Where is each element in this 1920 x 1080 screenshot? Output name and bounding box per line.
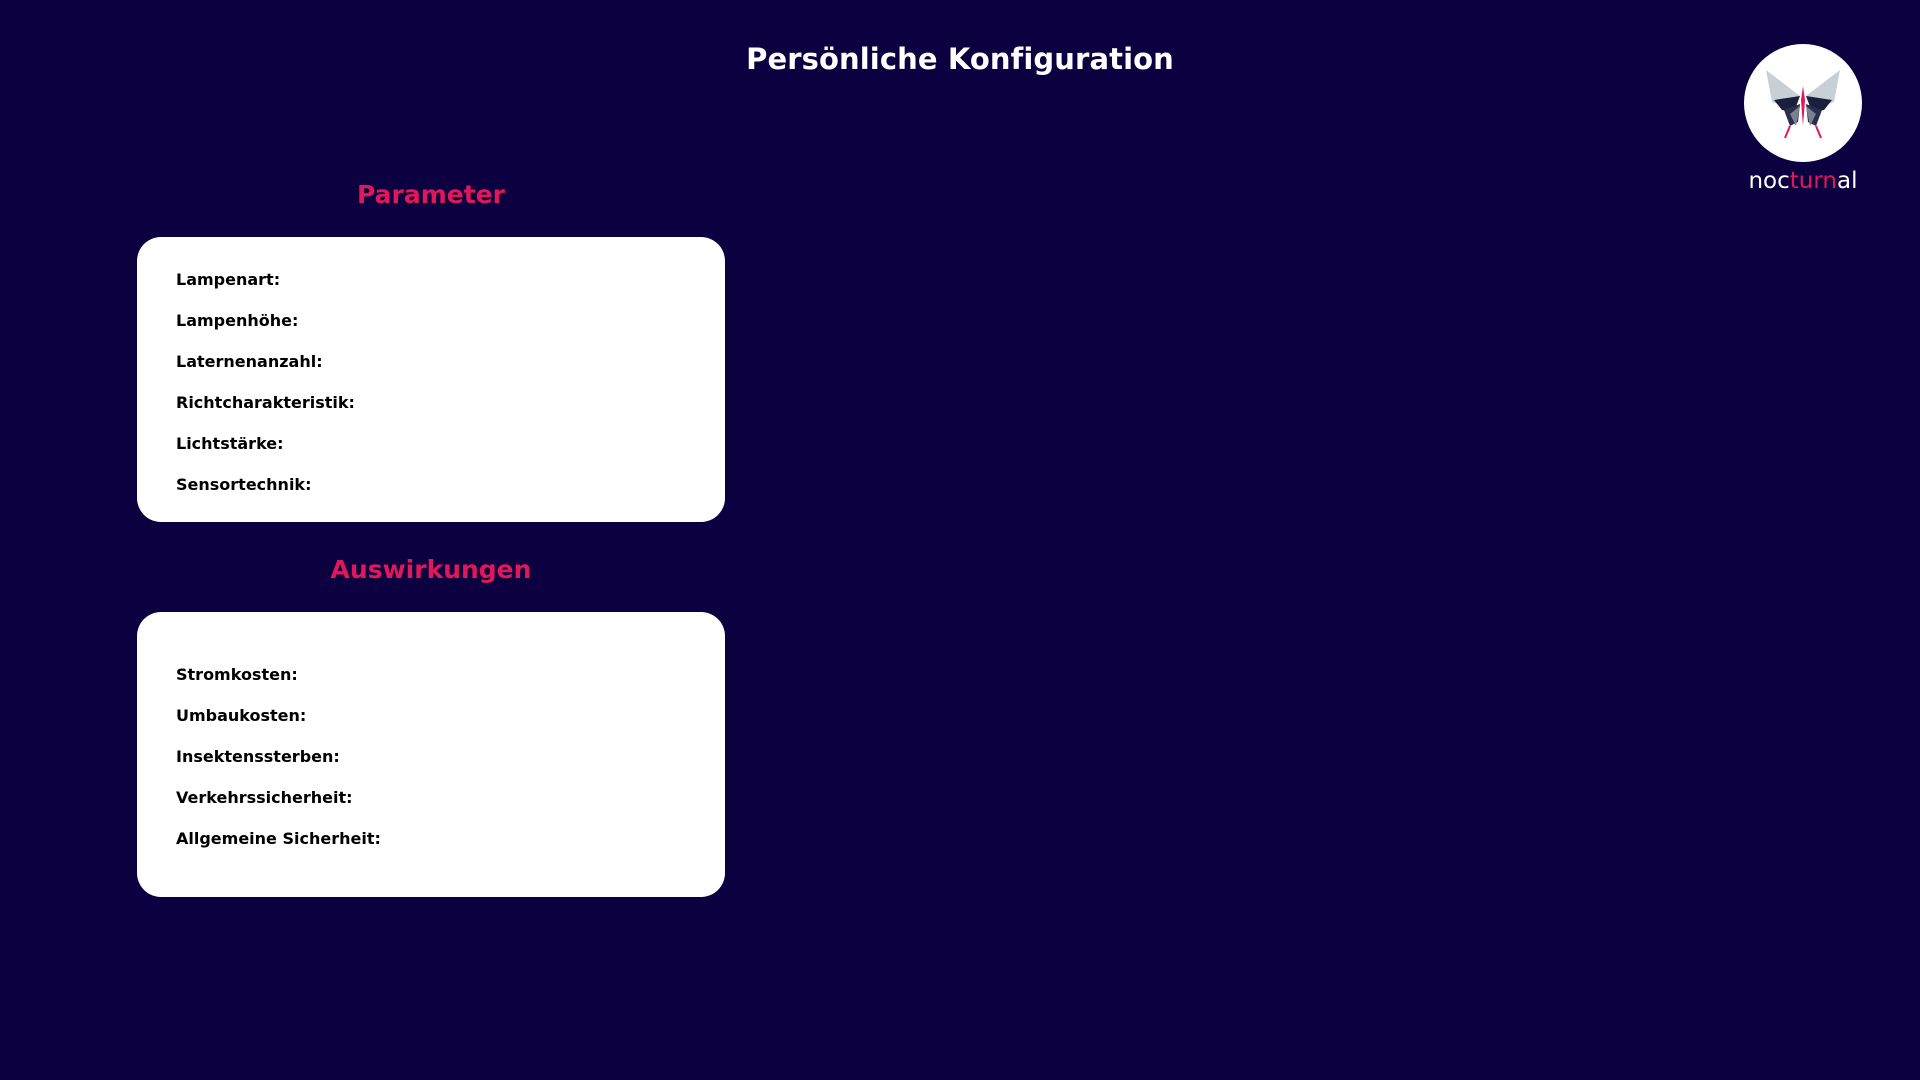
- parameter-panel: Lampenart: Lampenhöhe: Laternenanzahl: R…: [137, 237, 725, 522]
- logo-text-accent: turn: [1789, 168, 1838, 194]
- parameter-item-lampenart: Lampenart:: [176, 270, 281, 289]
- auswirkungen-item-allgemeine-sicherheit: Allgemeine Sicherheit:: [176, 829, 381, 848]
- auswirkungen-item-umbaukosten: Umbaukosten:: [176, 706, 307, 725]
- auswirkungen-item-stromkosten: Stromkosten:: [176, 665, 298, 684]
- auswirkungen-panel: Stromkosten: Umbaukosten: Insektenssterb…: [137, 612, 725, 897]
- page: Persönliche Konfiguration nocturnal Para…: [0, 0, 1920, 1080]
- auswirkungen-heading: Auswirkungen: [330, 555, 532, 584]
- parameter-item-lichtstaerke: Lichtstärke:: [176, 434, 284, 453]
- parameter-item-lampenhoehe: Lampenhöhe:: [176, 311, 299, 330]
- page-title: Persönliche Konfiguration: [746, 42, 1174, 76]
- butterfly-icon: [1766, 70, 1840, 139]
- logo-text-part1: noc: [1748, 168, 1790, 194]
- auswirkungen-item-insektensterben: Insektenssterben:: [176, 747, 340, 766]
- logo-text-part3: al: [1837, 168, 1858, 194]
- parameter-item-laternenanzahl: Laternenanzahl:: [176, 352, 323, 371]
- logo-badge: [1744, 44, 1862, 162]
- parameter-item-sensortechnik: Sensortechnik:: [176, 475, 312, 494]
- auswirkungen-item-verkehrssicherheit: Verkehrssicherheit:: [176, 788, 353, 807]
- logo-wordmark: nocturnal: [1738, 168, 1868, 194]
- parameter-heading: Parameter: [357, 180, 505, 209]
- auswirkungen-list: Stromkosten: Umbaukosten: Insektenssterb…: [176, 665, 725, 870]
- parameter-item-richtcharakteristik: Richtcharakteristik:: [176, 393, 355, 412]
- parameter-list: Lampenart: Lampenhöhe: Laternenanzahl: R…: [176, 270, 725, 516]
- logo: nocturnal: [1738, 44, 1868, 194]
